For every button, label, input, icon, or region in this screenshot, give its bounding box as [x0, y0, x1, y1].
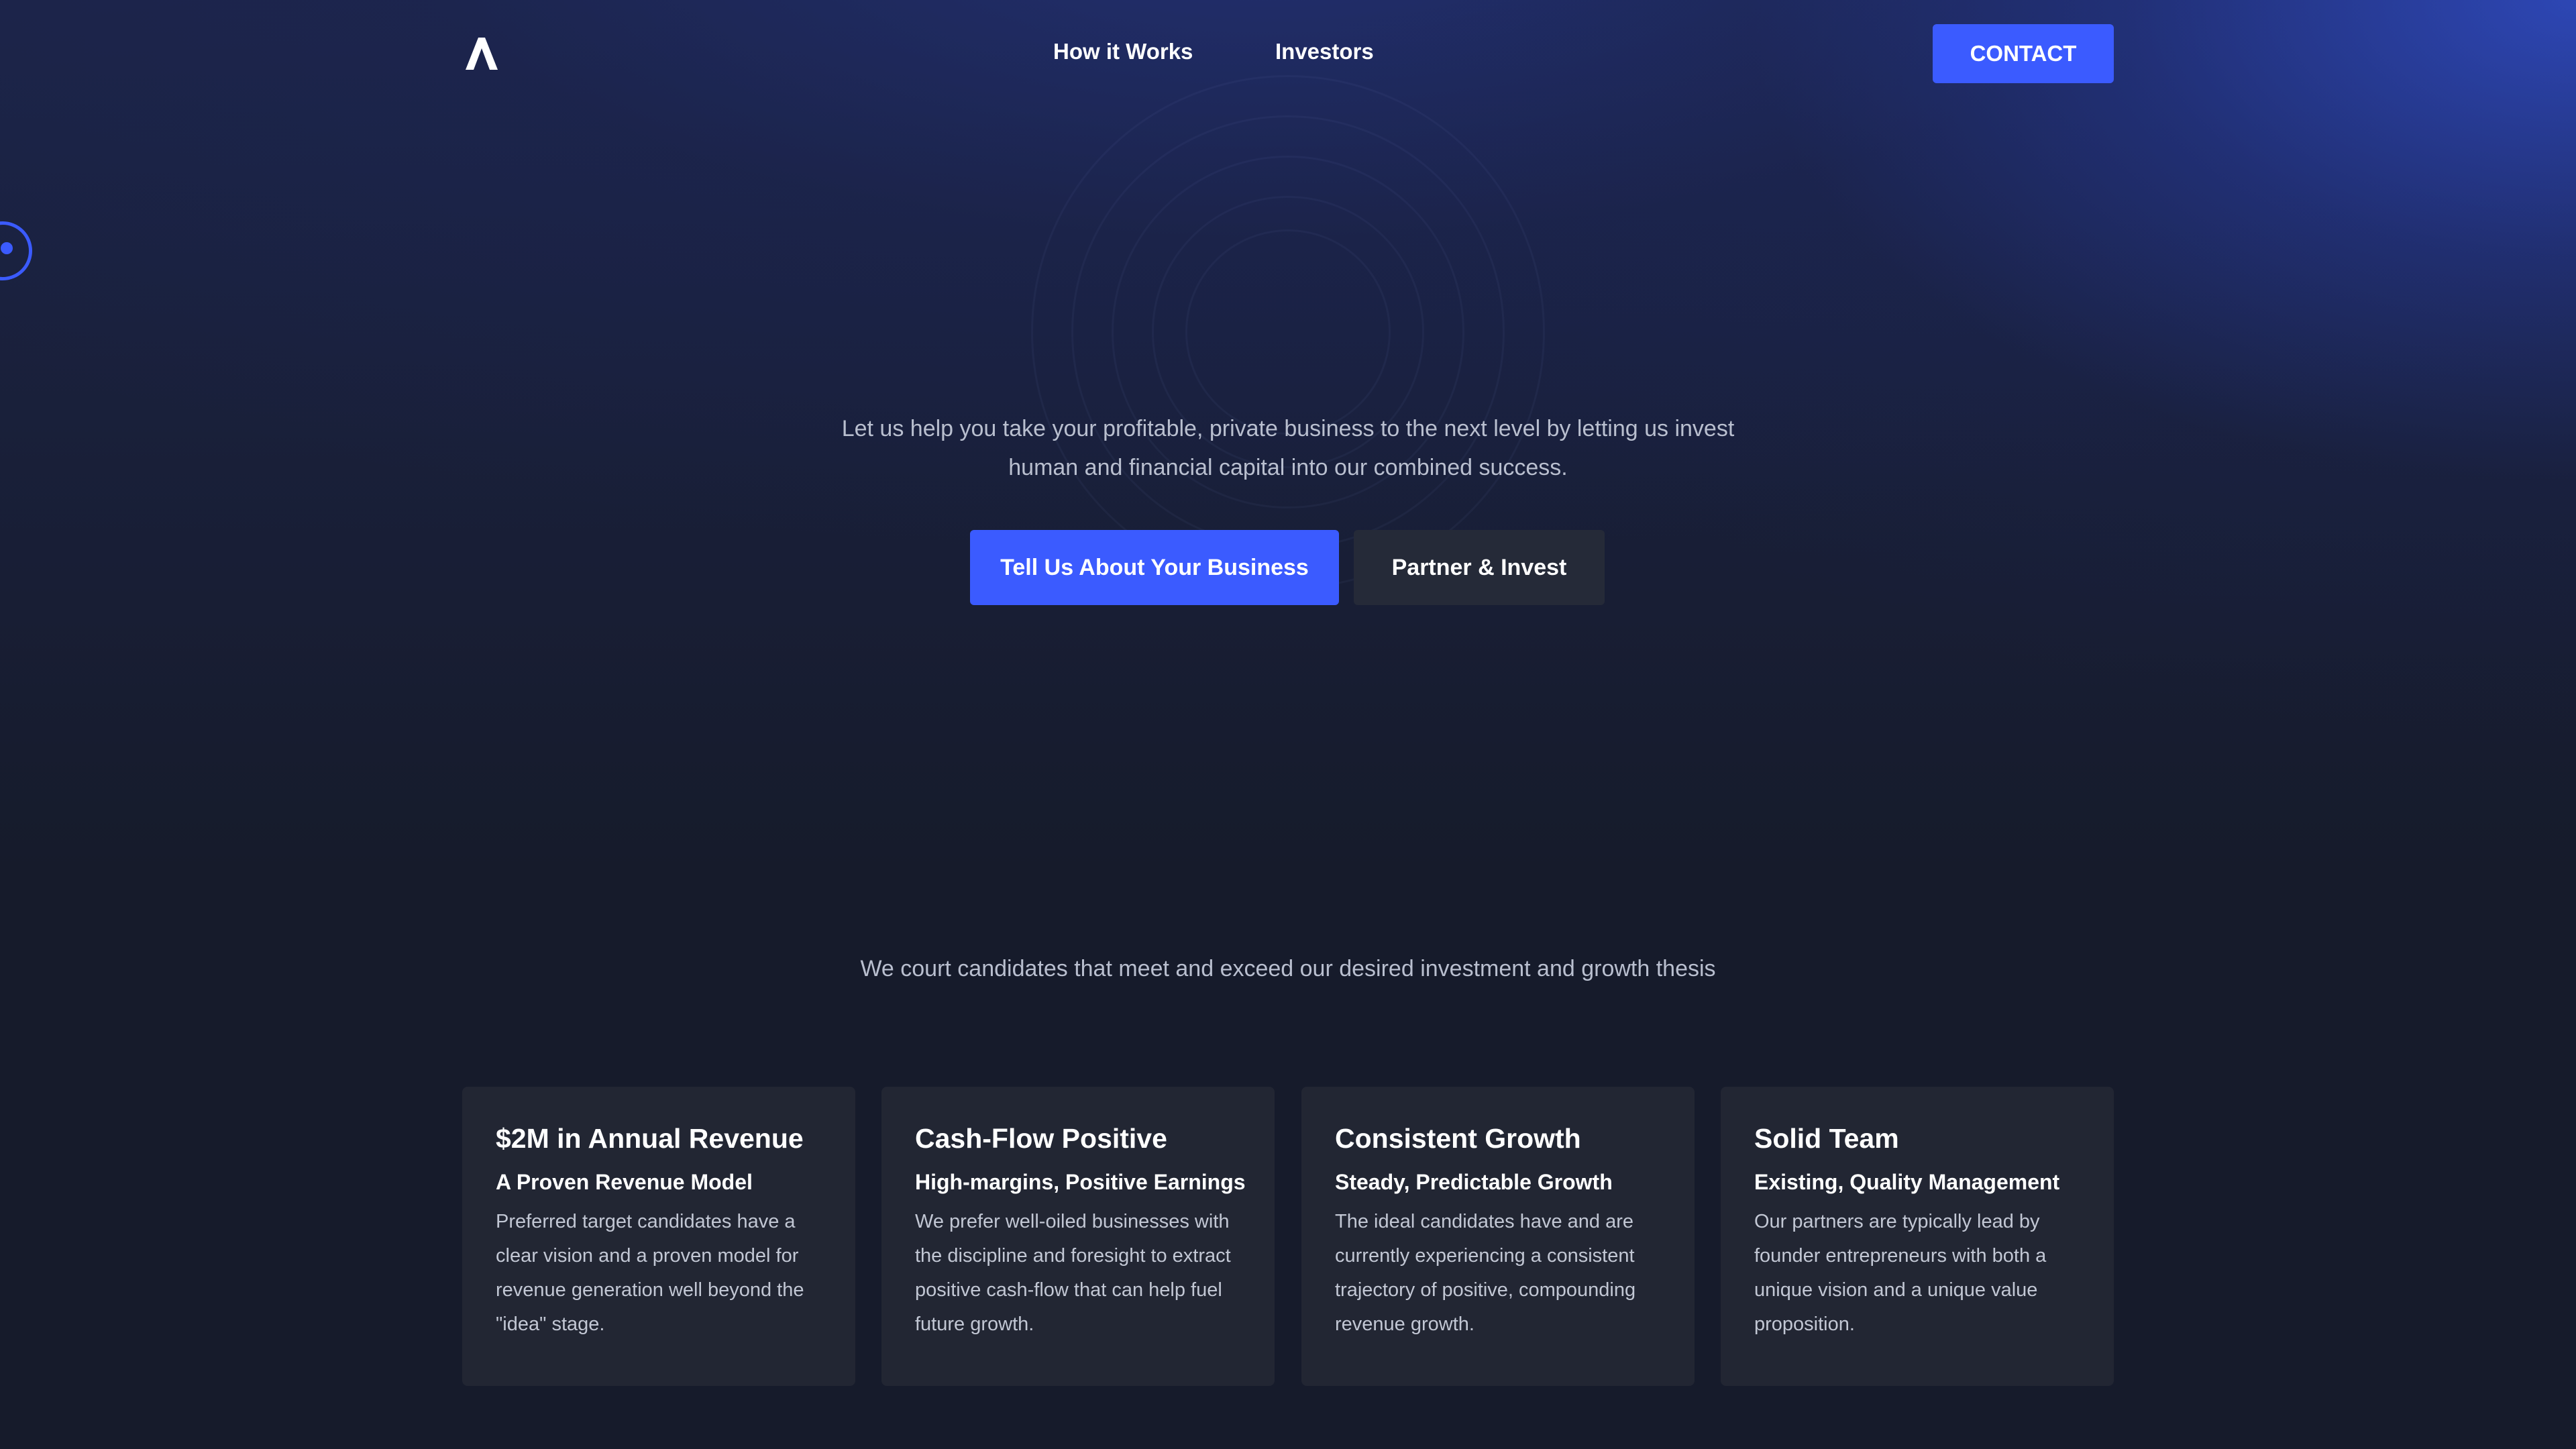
tell-us-about-your-business-button[interactable]: Tell Us About Your Business: [970, 530, 1339, 605]
card-title: Solid Team: [1754, 1123, 1899, 1154]
nav-link-investors[interactable]: Investors: [1275, 39, 1374, 64]
card-body: The ideal candidates have and are curren…: [1335, 1211, 1636, 1335]
thesis-statement: We court candidates that meet and exceed…: [860, 956, 1716, 981]
a-chevron-logo-icon[interactable]: [463, 35, 500, 72]
nav-link-how-it-works[interactable]: How it Works: [1053, 39, 1193, 64]
card-subtitle: Steady, Predictable Growth: [1335, 1170, 1613, 1194]
card-body: We prefer well-oiled businesses with the…: [915, 1211, 1231, 1335]
hero-button-group: Tell Us About Your Business Partner & In…: [970, 530, 1607, 605]
card-title: $2M in Annual Revenue: [496, 1123, 804, 1154]
contact-button[interactable]: CONTACT: [1933, 24, 2114, 83]
card-title: Cash-Flow Positive: [915, 1123, 1167, 1154]
criteria-card-revenue: $2M in Annual Revenue A Proven Revenue M…: [462, 1087, 855, 1386]
site-header: How it Works Investors CONTACT: [0, 0, 2576, 107]
card-title: Consistent Growth: [1335, 1123, 1581, 1154]
partner-and-invest-button[interactable]: Partner & Invest: [1354, 530, 1605, 605]
card-subtitle: Existing, Quality Management: [1754, 1170, 2060, 1194]
decorative-rings: [1031, 75, 1545, 589]
hero-description: Let us help you take your profitable, pr…: [841, 416, 1735, 480]
criteria-cards: $2M in Annual Revenue A Proven Revenue M…: [462, 1087, 2114, 1386]
card-body: Our partners are typically lead by found…: [1754, 1211, 2047, 1335]
hero-section: Let us help you take your profitable, pr…: [0, 409, 2576, 605]
card-subtitle: High-margins, Positive Earnings: [915, 1170, 1246, 1194]
criteria-card-growth: Consistent Growth Steady, Predictable Gr…: [1301, 1087, 1695, 1386]
card-subtitle: A Proven Revenue Model: [496, 1170, 753, 1194]
card-body: Preferred target candidates have a clear…: [496, 1211, 804, 1335]
criteria-card-team: Solid Team Existing, Quality Management …: [1721, 1087, 2114, 1386]
criteria-card-cash-flow: Cash-Flow Positive High-margins, Positiv…: [881, 1087, 1275, 1386]
